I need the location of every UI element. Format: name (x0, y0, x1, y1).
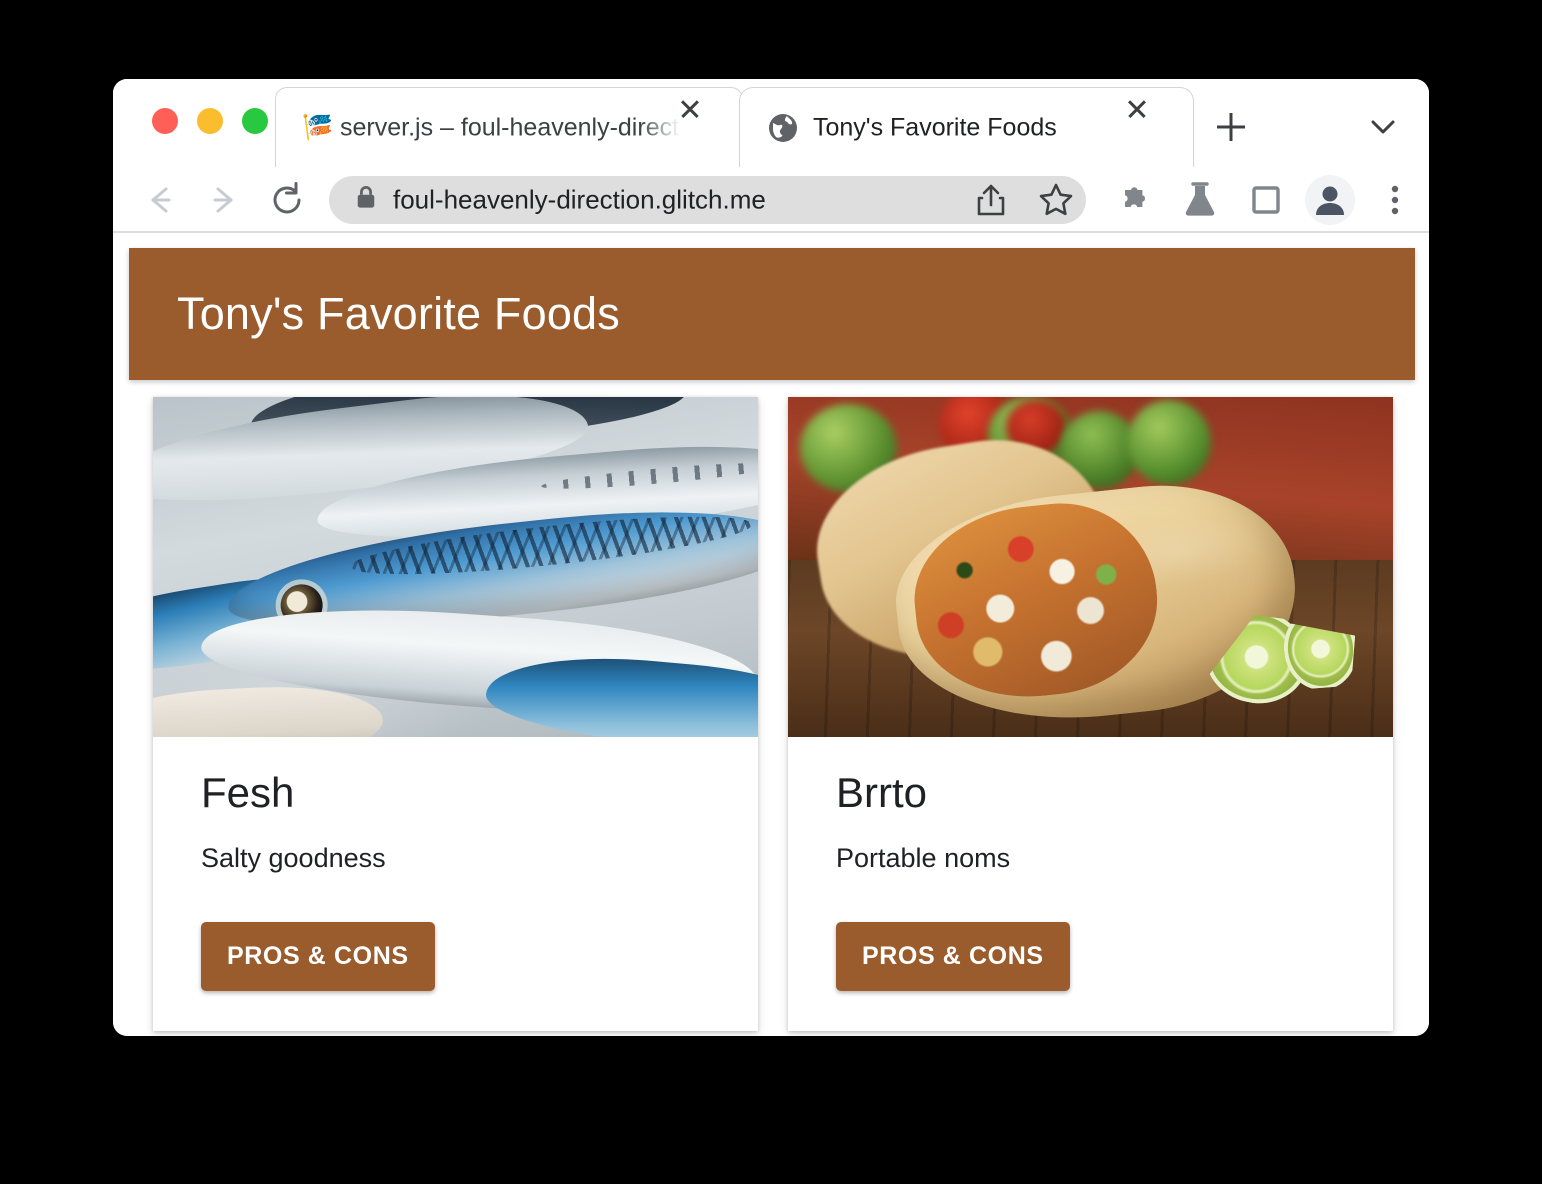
star-icon[interactable] (1036, 180, 1076, 220)
card-description: Portable noms (836, 843, 1011, 873)
side-panel-icon[interactable] (1246, 180, 1286, 220)
page-title: Tony's Favorite Foods (177, 288, 620, 339)
lock-icon[interactable] (355, 185, 377, 216)
three-dot-menu-icon[interactable] (1375, 180, 1415, 220)
maximize-window-button[interactable] (242, 108, 268, 134)
back-button[interactable] (139, 179, 181, 221)
page-content: Tony's Favorite Foods Fesh Salty goodnes… (113, 233, 1429, 1036)
food-card[interactable]: Fesh Salty goodness PROS & CONS (153, 397, 758, 1031)
card-title: Brrto (836, 769, 928, 816)
site-header: Tony's Favorite Foods (129, 248, 1415, 380)
tab-strip: 🎏 server.js – foul-heavenly-direction To… (113, 79, 1429, 167)
close-window-button[interactable] (152, 108, 178, 134)
reload-icon[interactable] (266, 179, 308, 221)
close-icon[interactable] (1137, 109, 1175, 147)
close-icon[interactable] (690, 109, 728, 147)
share-icon[interactable] (971, 180, 1011, 220)
chevron-down-icon[interactable] (1365, 109, 1401, 145)
card-description: Salty goodness (201, 843, 386, 873)
tab-title: server.js – foul-heavenly-direction (340, 113, 680, 141)
food-card-grid: Fesh Salty goodness PROS & CONS Brrto Po… (153, 397, 1395, 1031)
card-title: Fesh (201, 769, 295, 816)
pros-and-cons-button[interactable]: PROS & CONS (836, 922, 1070, 991)
url-text: foul-heavenly-direction.glitch.me (393, 184, 766, 215)
window-controls (152, 108, 268, 134)
tab-server-js[interactable]: 🎏 server.js – foul-heavenly-direction (275, 87, 743, 167)
avatar[interactable] (1305, 175, 1355, 225)
minimize-window-button[interactable] (197, 108, 223, 134)
browser-window: 🎏 server.js – foul-heavenly-direction To… (113, 79, 1429, 1036)
carp-streamer-icon: 🎏 (302, 113, 334, 141)
card-body: Fesh Salty goodness PROS & CONS (153, 737, 758, 1031)
burrito-photo (788, 397, 1393, 737)
flask-icon[interactable] (1180, 180, 1220, 220)
browser-toolbar: foul-heavenly-direction.glitch.me (113, 167, 1429, 233)
pros-and-cons-button[interactable]: PROS & CONS (201, 922, 435, 991)
puzzle-piece-icon[interactable] (1113, 180, 1153, 220)
tab-title: Tony's Favorite Foods (813, 113, 1057, 141)
tab-tonys-favorite-foods[interactable]: Tony's Favorite Foods (739, 87, 1194, 167)
fish-photo (153, 397, 758, 737)
card-body: Brrto Portable noms PROS & CONS (788, 737, 1393, 1031)
food-card[interactable]: Brrto Portable noms PROS & CONS (788, 397, 1393, 1031)
globe-icon (767, 112, 799, 144)
new-tab-button[interactable] (1209, 105, 1253, 149)
forward-button[interactable] (203, 179, 245, 221)
